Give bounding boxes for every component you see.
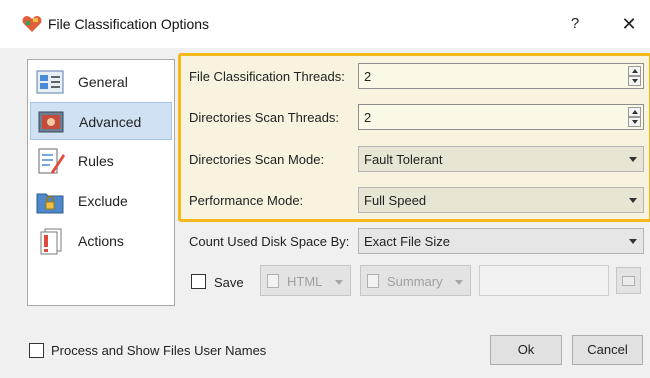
- sidebar-item-actions[interactable]: Actions: [30, 222, 172, 260]
- footer-divider: [0, 322, 650, 323]
- sidebar-item-label: Actions: [78, 233, 124, 249]
- sidebar-item-label: Advanced: [79, 114, 142, 130]
- show-user-names-label: Process and Show Files User Names: [51, 343, 267, 358]
- sidebar-item-exclude[interactable]: Exclude: [30, 182, 172, 220]
- count-used-disk-space-label: Count Used Disk Space By:: [189, 234, 350, 249]
- sidebar-item-general[interactable]: General: [30, 63, 172, 101]
- summary-report-icon: [367, 274, 379, 288]
- highlight-frame: [178, 53, 650, 222]
- html-file-icon: [267, 274, 279, 288]
- save-report-type-dropdown[interactable]: Summary: [360, 265, 471, 296]
- dropdown-value: Summary: [387, 274, 443, 289]
- advanced-icon: [38, 111, 64, 133]
- dropdown-value: Exact File Size: [364, 234, 450, 249]
- help-button[interactable]: ?: [563, 12, 587, 36]
- save-format-dropdown[interactable]: HTML: [260, 265, 351, 296]
- sidebar: General Advanced Rules Exclude Actions: [27, 59, 175, 306]
- chevron-down-icon: [335, 280, 343, 285]
- folder-icon: [622, 276, 635, 286]
- sidebar-item-rules[interactable]: Rules: [30, 142, 172, 180]
- exclude-icon: [36, 193, 64, 214]
- chevron-down-icon: [629, 239, 637, 244]
- chevron-down-icon: [455, 280, 463, 285]
- rules-icon: [38, 148, 65, 174]
- close-button[interactable]: ✕: [617, 12, 641, 36]
- window-title: File Classification Options: [48, 16, 210, 32]
- save-path-input[interactable]: [479, 265, 609, 296]
- sidebar-item-label: General: [78, 74, 128, 90]
- title-bar: File Classification Options ? ✕: [0, 0, 650, 48]
- cancel-button[interactable]: Cancel: [572, 335, 643, 365]
- dropdown-value: HTML: [287, 274, 323, 289]
- count-used-disk-space-dropdown[interactable]: Exact File Size: [358, 228, 644, 254]
- save-checkbox-label: Save: [214, 275, 244, 290]
- ok-button[interactable]: Ok: [490, 335, 562, 365]
- sidebar-item-advanced[interactable]: Advanced: [30, 102, 172, 140]
- browse-folder-button[interactable]: [616, 267, 641, 294]
- sidebar-item-label: Rules: [78, 153, 114, 169]
- actions-icon: [40, 228, 62, 255]
- show-user-names-checkbox[interactable]: [29, 343, 44, 358]
- save-checkbox[interactable]: [191, 274, 206, 289]
- dialog-body: General Advanced Rules Exclude Actions F…: [0, 48, 650, 378]
- general-icon: [36, 70, 64, 94]
- sidebar-item-label: Exclude: [78, 193, 128, 209]
- app-heart-icon: [22, 16, 42, 32]
